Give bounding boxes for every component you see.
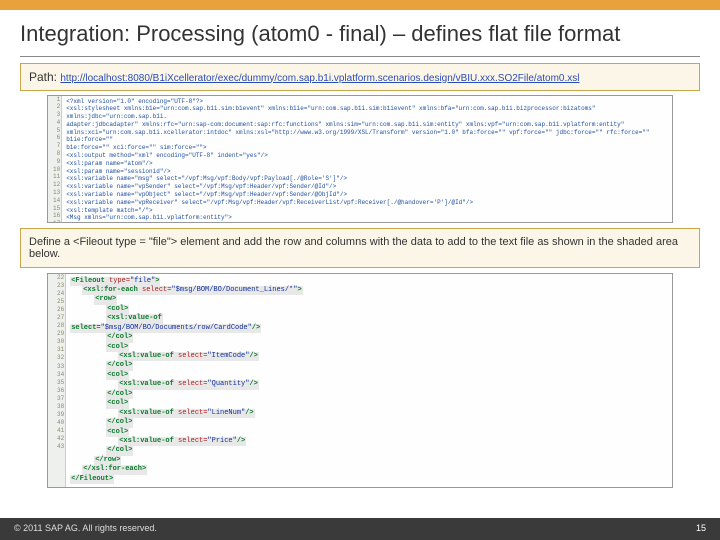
path-link[interactable]: http://localhost:8080/B1iXcellerator/exe… [60,73,579,84]
line-gutter-top: 123456789101112131415161718 [48,96,62,222]
line-gutter-bottom: 2223242526272829303132333435363738394041… [48,274,66,488]
page-number: 15 [696,523,706,533]
copyright-text: © 2011 SAP AG. All rights reserved. [14,523,157,533]
code-block-bottom: 2223242526272829303132333435363738394041… [47,273,673,489]
separator-line [20,56,700,57]
instruction-box: Define a <Fileout type = "file"> element… [20,228,700,268]
path-label: Path: [29,70,57,84]
accent-bar [0,0,720,10]
code-block-top: 123456789101112131415161718 <?xml versio… [47,95,673,223]
slide-footer: © 2011 SAP AG. All rights reserved. 15 [0,518,720,540]
slide-title: Integration: Processing (atom0 - final) … [20,20,700,48]
slide-content: Integration: Processing (atom0 - final) … [0,10,720,488]
path-box: Path: http://localhost:8080/B1iXcellerat… [20,63,700,91]
